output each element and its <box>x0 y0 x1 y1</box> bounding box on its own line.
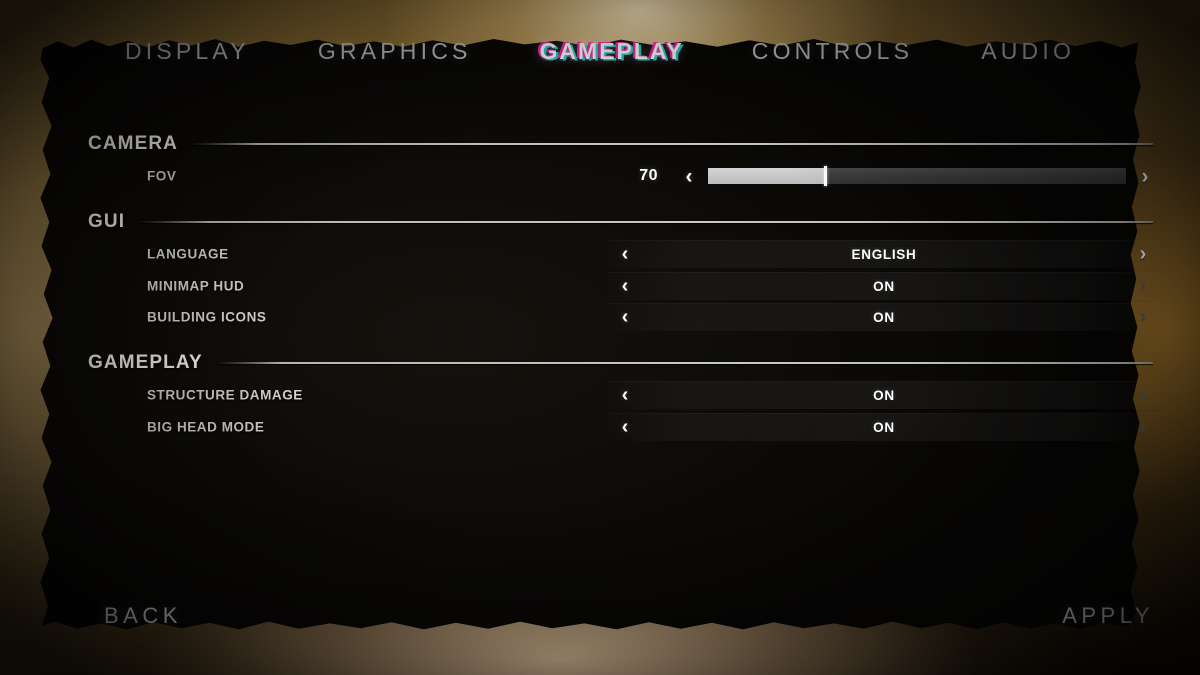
section-header-camera: CAMERA <box>88 133 1160 155</box>
section-divider-gameplay <box>216 362 1153 364</box>
back-button[interactable]: BACK <box>104 603 182 629</box>
building-icons-value: ON <box>873 309 895 325</box>
minimap-hud-next-arrow-icon: › <box>1139 275 1147 297</box>
fov-decrease-arrow-icon[interactable]: ‹ <box>674 166 704 187</box>
section-title-gameplay: GAMEPLAY <box>88 352 203 373</box>
fov-increase-arrow-icon[interactable]: › <box>1130 166 1160 187</box>
language-next-arrow-icon[interactable]: › <box>1126 244 1160 264</box>
settings-tabbar: DISPLAY GRAPHICS GAMEPLAY CONTROLS AUDIO <box>0 38 1200 65</box>
section-header-gui: GUI <box>88 211 1160 233</box>
big-head-mode-previous-arrow-icon[interactable]: ‹ <box>608 417 642 437</box>
section-divider-camera <box>192 143 1153 145</box>
tab-gameplay[interactable]: GAMEPLAY <box>506 38 718 65</box>
fov-slider-fill <box>708 168 826 184</box>
tab-audio[interactable]: AUDIO <box>947 38 1109 65</box>
settings-content: DISPLAY GRAPHICS GAMEPLAY CONTROLS AUDIO… <box>0 0 1200 675</box>
tab-graphics[interactable]: GRAPHICS <box>284 38 506 65</box>
option-label-minimap-hud: MINIMAP HUD <box>147 278 245 294</box>
section-header-gameplay: GAMEPLAY <box>88 352 1160 374</box>
big-head-mode-selector[interactable]: ‹ ON › <box>608 413 1160 441</box>
tab-controls[interactable]: CONTROLS <box>718 38 947 65</box>
option-row-big-head-mode: BIG HEAD MODE ‹ ON › <box>88 413 1160 441</box>
building-icons-selector[interactable]: ‹ ON › <box>608 303 1160 331</box>
language-selector[interactable]: ‹ ENGLISH › <box>608 240 1160 268</box>
screen-root: DISPLAY GRAPHICS GAMEPLAY CONTROLS AUDIO… <box>0 0 1200 675</box>
option-row-building-icons: BUILDING ICONS ‹ ON › <box>88 303 1160 331</box>
structure-damage-selector[interactable]: ‹ ON › <box>608 381 1160 409</box>
fov-slider-handle[interactable] <box>824 166 828 186</box>
option-label-language: LANGUAGE <box>147 246 229 262</box>
section-title-camera: CAMERA <box>88 133 178 154</box>
minimap-hud-value: ON <box>873 278 895 294</box>
building-icons-previous-arrow-icon[interactable]: ‹ <box>608 307 642 327</box>
option-row-fov: FOV 70 ‹ › <box>88 163 1160 189</box>
tab-display[interactable]: DISPLAY <box>91 38 284 65</box>
structure-damage-value: ON <box>873 387 895 403</box>
fov-value: 70 <box>639 167 658 184</box>
structure-damage-next-arrow-icon: › <box>1139 384 1147 406</box>
apply-button[interactable]: APPLY <box>1062 603 1154 629</box>
option-label-fov: FOV <box>147 168 177 184</box>
section-title-gui: GUI <box>88 211 126 232</box>
minimap-hud-previous-arrow-icon[interactable]: ‹ <box>608 276 642 296</box>
fov-slider-track[interactable] <box>708 166 1126 186</box>
fov-slider-control: 70 ‹ › <box>608 163 1160 189</box>
minimap-hud-selector[interactable]: ‹ ON › <box>608 272 1160 300</box>
section-divider-gui <box>139 221 1153 223</box>
option-label-building-icons: BUILDING ICONS <box>147 309 267 325</box>
option-row-minimap-hud: MINIMAP HUD ‹ ON › <box>88 272 1160 300</box>
option-label-big-head-mode: BIG HEAD MODE <box>147 419 265 435</box>
big-head-mode-next-arrow-icon: › <box>1139 416 1147 438</box>
option-label-structure-damage: STRUCTURE DAMAGE <box>147 387 303 403</box>
language-previous-arrow-icon[interactable]: ‹ <box>608 244 642 264</box>
option-row-structure-damage: STRUCTURE DAMAGE ‹ ON › <box>88 381 1160 409</box>
building-icons-next-arrow-icon: › <box>1139 306 1147 328</box>
option-row-language: LANGUAGE ‹ ENGLISH › <box>88 240 1160 268</box>
big-head-mode-value: ON <box>873 419 895 435</box>
language-value: ENGLISH <box>851 246 917 262</box>
structure-damage-previous-arrow-icon[interactable]: ‹ <box>608 385 642 405</box>
